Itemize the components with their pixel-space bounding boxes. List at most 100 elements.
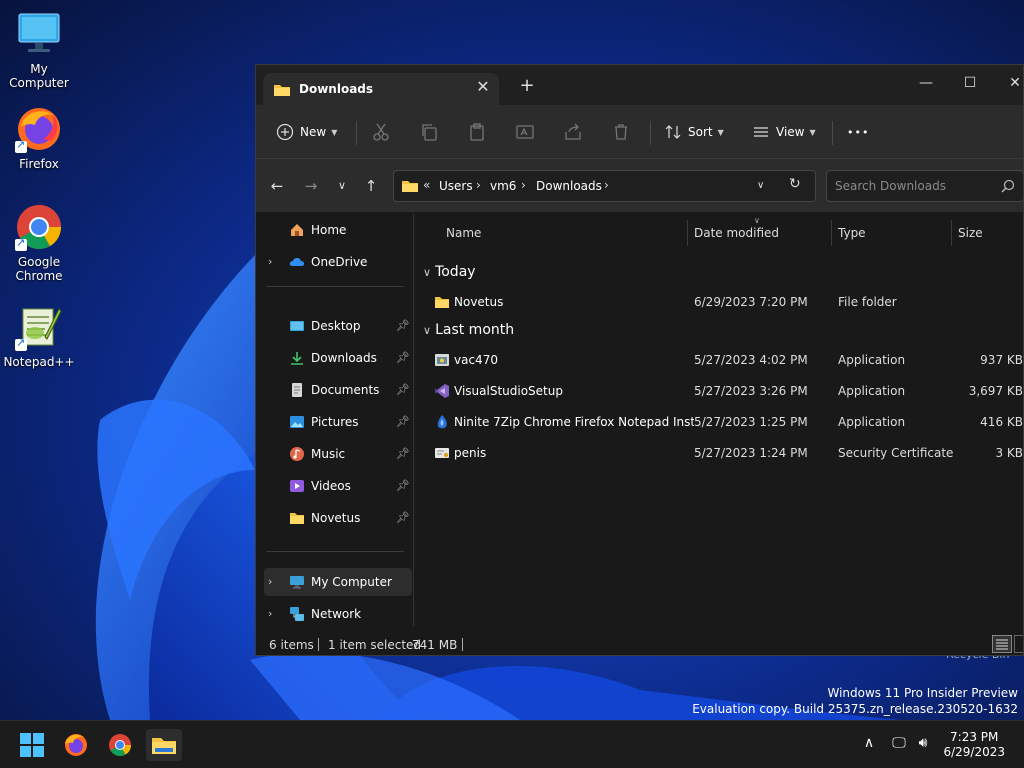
taskbar-firefox[interactable]: [60, 729, 92, 761]
volume-icon[interactable]: 🔊︎: [914, 735, 932, 753]
column-header-type[interactable]: Type: [838, 220, 866, 246]
sidebar-item-label: Novetus: [311, 511, 361, 525]
chevron-right-icon: ›: [476, 178, 481, 192]
search-box[interactable]: [826, 170, 1023, 202]
sidebar-item-music[interactable]: Music 📌︎: [264, 440, 412, 468]
folder-icon: [402, 181, 418, 192]
more-options-button[interactable]: •••: [847, 119, 869, 145]
network-icon[interactable]: 🖵︎: [890, 735, 908, 753]
search-input[interactable]: [835, 177, 995, 195]
sidebar-item-my-computer[interactable]: › My Computer: [264, 568, 412, 596]
desktop-icon-my-computer[interactable]: My Computer: [0, 10, 78, 90]
up-button[interactable]: ↑: [361, 176, 381, 196]
rename-icon[interactable]: [515, 122, 535, 142]
delete-icon[interactable]: [611, 122, 631, 142]
clock-time: 7:23 PM: [950, 730, 999, 744]
chevron-right-icon[interactable]: ›: [268, 607, 272, 620]
desktop-icon-notepadpp[interactable]: Notepad++: [0, 303, 78, 369]
paste-icon[interactable]: [467, 122, 487, 142]
tab-downloads[interactable]: Downloads ✕: [263, 73, 499, 105]
maximize-button[interactable]: ☐: [955, 71, 985, 95]
sidebar-item-documents[interactable]: Documents 📌︎: [264, 376, 412, 404]
file-row-novetus[interactable]: Novetus 6/29/2023 7:20 PM File folder: [415, 288, 1023, 316]
share-icon[interactable]: [563, 122, 583, 142]
start-button[interactable]: [16, 729, 48, 761]
sidebar-item-onedrive[interactable]: › OneDrive: [264, 248, 412, 276]
view-icon: [754, 127, 768, 137]
chrome-icon: [109, 734, 131, 756]
close-tab-button[interactable]: ✕: [475, 79, 491, 95]
chevron-down-icon: ▼: [809, 127, 816, 137]
toolbar-divider: [650, 121, 651, 145]
view-button[interactable]: View ▼: [752, 119, 816, 145]
sidebar-item-videos[interactable]: Videos 📌︎: [264, 472, 412, 500]
sidebar-item-novetus[interactable]: Novetus 📌︎: [264, 504, 412, 532]
new-tab-button[interactable]: +: [519, 77, 535, 95]
breadcrumb-vm6[interactable]: vm6: [490, 179, 516, 193]
cut-icon[interactable]: [371, 122, 391, 142]
tiles-view-button[interactable]: [1014, 635, 1023, 653]
file-row-vac470[interactable]: vac470 5/27/2023 4:02 PM Application 937…: [415, 346, 1023, 374]
group-header-today[interactable]: ∨ Today: [423, 264, 476, 280]
show-hidden-icons-button[interactable]: ∧: [860, 735, 878, 753]
breadcrumb-users[interactable]: Users: [439, 179, 473, 193]
group-header-last-month[interactable]: ∨ Last month: [423, 322, 514, 338]
monitor-icon: [15, 10, 63, 58]
column-divider[interactable]: [951, 220, 952, 246]
minimize-button[interactable]: —: [911, 71, 941, 95]
chrome-icon: [15, 203, 63, 251]
pin-icon: 📌︎: [396, 447, 410, 460]
close-window-button[interactable]: ✕: [1000, 71, 1023, 95]
sidebar-item-network[interactable]: › Network: [264, 600, 412, 628]
taskbar-chrome[interactable]: [104, 729, 136, 761]
group-label: Today: [435, 264, 476, 280]
sidebar-item-desktop[interactable]: Desktop 📌︎: [264, 312, 412, 340]
column-header-size[interactable]: Size: [958, 220, 983, 246]
chevron-down-icon: ▼: [331, 127, 338, 137]
details-view-button[interactable]: [992, 635, 1012, 653]
back-button[interactable]: ←: [267, 176, 287, 196]
breadcrumb-downloads[interactable]: Downloads: [536, 179, 602, 193]
pin-icon: 📌︎: [396, 415, 410, 428]
download-icon: [291, 352, 303, 365]
status-divider: [462, 638, 463, 651]
folder-icon: [435, 297, 449, 308]
desktop-icon-label: Google Chrome: [15, 255, 63, 283]
watermark-line-2: Evaluation copy. Build 25375.zn_release.…: [692, 702, 1018, 716]
pin-icon: 📌︎: [396, 479, 410, 492]
new-label: New: [300, 125, 327, 139]
desktop-icon-firefox[interactable]: Firefox: [0, 105, 78, 171]
sidebar-item-home[interactable]: Home: [264, 216, 412, 244]
column-header-date[interactable]: Date modified: [694, 220, 779, 246]
file-row-ninite[interactable]: Ninite 7Zip Chrome Firefox Notepad Inst.…: [415, 408, 1023, 436]
column-divider[interactable]: [687, 220, 688, 246]
refresh-button[interactable]: ↻: [789, 176, 801, 192]
forward-button[interactable]: →: [301, 176, 321, 196]
new-button[interactable]: New ▼: [276, 119, 337, 145]
sidebar-item-downloads[interactable]: Downloads 📌︎: [264, 344, 412, 372]
sidebar-item-label: Videos: [311, 479, 351, 493]
copy-icon[interactable]: [419, 122, 439, 142]
title-bar: Downloads ✕ + — ☐ ✕: [256, 65, 1023, 105]
recent-locations-button[interactable]: ∨: [332, 176, 352, 196]
desktop-icon-chrome[interactable]: Google Chrome: [0, 203, 78, 283]
column-divider[interactable]: [831, 220, 832, 246]
search-icon: [1001, 179, 1015, 193]
chevron-right-icon[interactable]: ›: [268, 255, 272, 268]
taskbar-file-explorer[interactable]: [146, 729, 182, 761]
shortcut-arrow-icon: [15, 236, 27, 251]
file-row-visualstudiosetup[interactable]: VisualStudioSetup 5/27/2023 3:26 PM Appl…: [415, 377, 1023, 405]
sidebar-item-pictures[interactable]: Pictures 📌︎: [264, 408, 412, 436]
address-bar[interactable]: « Users › vm6 › Downloads › ∨ ↻: [393, 170, 816, 202]
file-row-penis[interactable]: penis 5/27/2023 1:24 PM Security Certifi…: [415, 439, 1023, 467]
sort-button[interactable]: Sort ▼: [664, 119, 724, 145]
clock[interactable]: 7:23 PM 6/29/2023: [943, 730, 1005, 760]
address-dropdown-button[interactable]: ∨: [757, 180, 764, 191]
music-icon: [290, 447, 304, 461]
column-header-name[interactable]: Name: [446, 220, 481, 246]
chevron-right-icon[interactable]: ›: [268, 575, 272, 588]
windows-logo-icon: [20, 733, 44, 757]
file-size: 416 KB: [980, 415, 1023, 429]
sidebar-divider: [266, 551, 404, 552]
breadcrumb-overflow[interactable]: «: [423, 178, 430, 192]
